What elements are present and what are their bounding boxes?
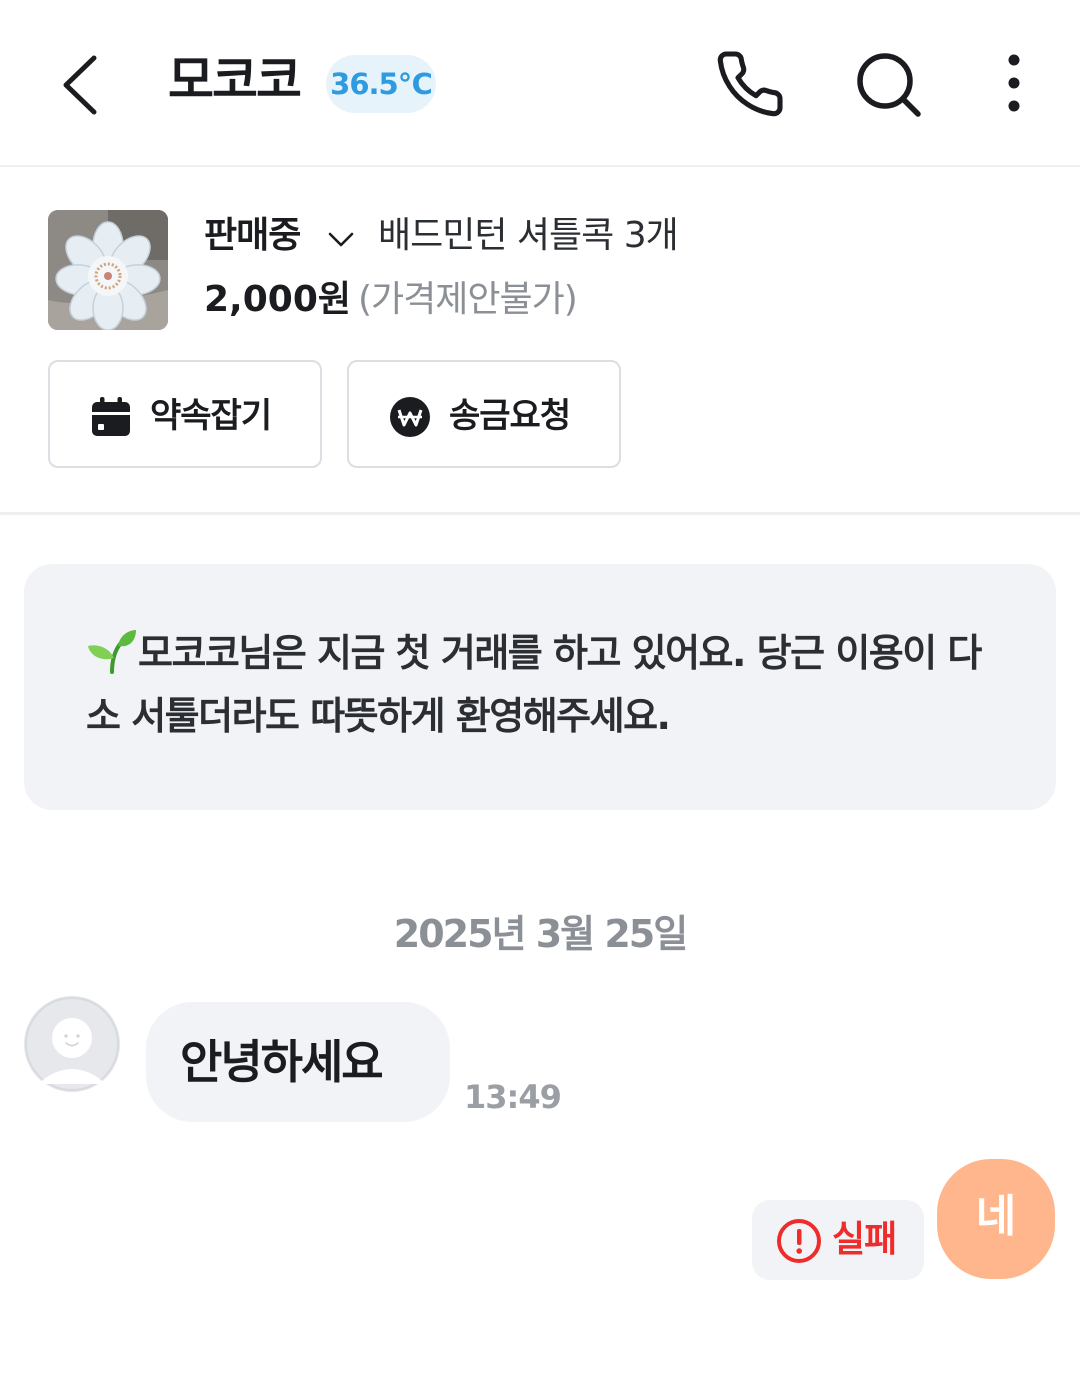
shuttlecock-image xyxy=(48,210,168,330)
first-trade-notice: 모코코님은 지금 첫 거래를 하고 있어요. 당근 이용이 다소 서툴더라도 따… xyxy=(24,564,1056,810)
default-profile-icon xyxy=(25,997,119,1091)
send-failed-label: 실패 xyxy=(832,1219,897,1260)
chevron-left-icon xyxy=(63,55,97,115)
send-failed-button[interactable]: 실패 xyxy=(752,1200,924,1280)
page-title: 모코코 xyxy=(168,51,302,109)
back-button[interactable] xyxy=(52,50,112,120)
alert-circle-icon xyxy=(777,1219,821,1263)
sale-status-dropdown[interactable]: 판매중 xyxy=(204,210,301,262)
outgoing-message-bubble[interactable]: 네 xyxy=(937,1159,1055,1279)
date-separator: 2025년 3월 25일 xyxy=(393,912,688,956)
message-text: 안녕하세요 xyxy=(180,1035,384,1089)
message-text: 네 xyxy=(975,1191,1017,1242)
search-button[interactable] xyxy=(852,48,924,120)
price-offer-note: (가격제안불가) xyxy=(358,279,578,320)
call-button[interactable] xyxy=(714,48,786,120)
product-thumbnail[interactable] xyxy=(48,210,168,330)
incoming-message-bubble[interactable]: 안녕하세요 xyxy=(146,1002,450,1122)
search-icon xyxy=(857,53,921,117)
more-vertical-icon xyxy=(1008,54,1020,112)
calendar-icon xyxy=(92,397,130,436)
avatar[interactable] xyxy=(24,996,120,1092)
phone-icon xyxy=(717,51,783,117)
more-button[interactable] xyxy=(978,48,1050,120)
won-icon xyxy=(390,397,430,437)
sprout-icon xyxy=(88,630,136,674)
chat-header: 모코코 36.5℃ xyxy=(0,0,1080,167)
chevron-down-icon[interactable] xyxy=(326,224,356,254)
request-payment-button[interactable]: 송금요청 xyxy=(347,360,621,468)
product-price: 2,000원 xyxy=(204,279,351,320)
message-time: 13:49 xyxy=(464,1078,562,1116)
product-name[interactable]: 배드민턴 셔틀콕 3개 xyxy=(378,210,679,262)
make-appointment-label: 약속잡기 xyxy=(150,396,272,436)
notice-text: 모코코님은 지금 첫 거래를 하고 있어요. 당근 이용이 다소 서툴더라도 따… xyxy=(86,631,982,738)
manner-temperature-badge[interactable]: 36.5℃ xyxy=(326,55,436,113)
request-payment-label: 송금요청 xyxy=(449,396,571,436)
make-appointment-button[interactable]: 약속잡기 xyxy=(48,360,322,468)
section-divider xyxy=(0,512,1080,515)
